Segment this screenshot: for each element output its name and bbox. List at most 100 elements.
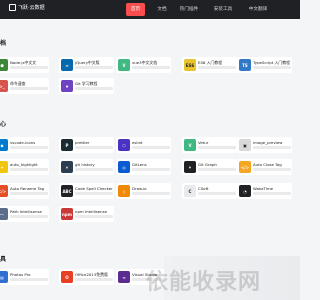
resource-card-title: npm Intellisense <box>75 209 108 214</box>
resource-card[interactable]: O Office2013免费版 <box>59 269 114 285</box>
nav-tab-install-tools[interactable]: 安装工具 <box>210 3 236 16</box>
es6-icon: ES6 <box>184 59 196 71</box>
resource-card-description <box>75 66 113 69</box>
path-icon: ⋯ <box>0 208 8 220</box>
resource-card-description <box>198 66 236 69</box>
resource-card-title: eslint <box>132 140 143 145</box>
resource-card-title: Auto Rename Tag <box>10 186 45 191</box>
resource-card-description <box>10 87 48 90</box>
resource-card-description <box>198 168 236 171</box>
resource-card-description <box>75 146 113 149</box>
resource-card-description <box>10 168 48 171</box>
resource-card[interactable]: ≈ jQuery中文版 <box>59 57 114 73</box>
resource-card[interactable]: ⬢ Node.js中文文 <box>0 57 49 73</box>
resource-card[interactable]: ◇ Draw.io <box>116 183 171 199</box>
watermark-text: 依能收录网 <box>146 270 262 295</box>
nav-tab-home[interactable]: 首页 <box>126 3 145 16</box>
resource-card[interactable]: ⬡ eslint <box>116 137 171 153</box>
resource-card[interactable]: Pprettier <box>59 137 114 153</box>
npm-icon: npm <box>61 208 73 220</box>
section-title-tools: 具 <box>0 256 7 263</box>
nav-tab-translate[interactable]: 中文翻译 <box>245 3 271 16</box>
git-history-icon: ⑂ <box>61 161 73 173</box>
resource-card-description <box>253 66 291 69</box>
resource-card-description <box>10 66 48 69</box>
resource-card-title: image_preview <box>253 140 283 145</box>
nav-tab-docs[interactable]: 文档 <box>155 3 169 16</box>
resource-card-description <box>198 146 236 149</box>
resource-card[interactable]: ✦ auto_highlight <box>0 159 49 175</box>
resource-card-description <box>75 278 113 281</box>
resource-card[interactable]: >_ 命令速查 <box>0 78 49 94</box>
resource-card[interactable]: ◎ GitLens <box>116 159 171 175</box>
resource-card-description <box>75 168 113 171</box>
resource-card[interactable]: ABC Code Spell Checker <box>59 183 114 199</box>
typescript-icon: TS <box>239 59 251 71</box>
git-icon: ♦ <box>61 80 73 92</box>
csoft-icon: C <box>184 185 196 197</box>
resource-card-description <box>198 192 236 195</box>
section-title-docs: 档 <box>0 40 7 47</box>
resource-card-description <box>132 192 170 195</box>
resource-card[interactable]: V Vetur <box>182 137 237 153</box>
resource-card-title: Auto Close Tag <box>253 162 282 167</box>
prettier-icon: P <box>61 139 73 151</box>
nav-tab-plugins[interactable]: 热门插件 <box>176 3 202 16</box>
command-icon: >_ <box>0 80 8 92</box>
resource-card-title: Vetur <box>198 140 209 145</box>
resource-card[interactable]: </> Auto Close Tag <box>237 159 292 175</box>
resource-card-description <box>75 215 113 218</box>
resource-card[interactable]: ⑂ git history <box>59 159 114 175</box>
resource-card-description <box>253 168 291 171</box>
resource-card[interactable]: ♦ Git 学习教程 <box>59 78 114 94</box>
spell-checker-icon: ABC <box>61 185 73 197</box>
resource-card-title: Path Intellisense <box>10 209 42 214</box>
resource-card[interactable]: C CSoft <box>182 183 237 199</box>
resource-card[interactable]: ▤ Photos Pro <box>0 269 49 285</box>
resource-card[interactable]: ▣ image_preview <box>237 137 292 153</box>
resource-card[interactable]: ⑃ Git Graph <box>182 159 237 175</box>
highlight-icon: ✦ <box>0 161 8 173</box>
wakatime-icon: ◔ <box>239 185 251 197</box>
image-preview-icon: ▣ <box>239 139 251 151</box>
resource-card-title: git history <box>75 162 95 167</box>
resource-card-title: Draw.io <box>132 186 147 191</box>
resource-card-title: auto_highlight <box>10 162 38 167</box>
drawio-icon: ◇ <box>118 185 130 197</box>
vue-icon: V <box>118 59 130 71</box>
resource-card-description <box>132 66 170 69</box>
resource-card[interactable]: Vvue3中文文档 <box>116 57 171 73</box>
resource-card[interactable]: </>Auto Rename Tag <box>0 183 49 199</box>
site-brand[interactable]: 飞跃·云数据 <box>9 4 45 11</box>
jquery-icon: ≈ <box>61 59 73 71</box>
resource-card[interactable]: ◔ WakaTime <box>237 183 292 199</box>
photos-icon: ▤ <box>0 271 8 283</box>
resource-card-title: Git Graph <box>198 162 217 167</box>
auto-close-tag-icon: </> <box>239 161 251 173</box>
visual-studio-icon: ∞ <box>118 271 130 283</box>
resource-card[interactable]: TS TypeScript 入门教程 <box>237 57 292 73</box>
resource-card[interactable]: ◆ vscode-icons <box>0 137 49 153</box>
resource-card-title: prettier <box>75 140 90 145</box>
logo-icon <box>9 4 16 11</box>
resource-card-description <box>75 87 113 90</box>
node-icon: ⬢ <box>0 59 8 71</box>
gitlens-icon: ◎ <box>118 161 130 173</box>
resource-card[interactable]: ⋯ Path Intellisense <box>0 206 49 222</box>
vetur-icon: V <box>184 139 196 151</box>
resource-card-description <box>132 146 170 149</box>
section-title-plugins: 心 <box>0 121 7 128</box>
resource-card-description <box>10 278 48 281</box>
resource-card-description <box>132 168 170 171</box>
resource-card-title: GitLens <box>132 162 147 167</box>
resource-card-description <box>253 192 291 195</box>
resource-card[interactable]: ES6 ES6 入门教程 <box>182 57 237 73</box>
resource-card-title: Photos Pro <box>10 272 31 277</box>
git-graph-icon: ⑃ <box>184 161 196 173</box>
resource-card-description <box>75 192 113 195</box>
resource-card-title: vscode-icons <box>10 140 36 145</box>
resource-card-description <box>253 146 291 149</box>
top-navbar: 飞跃·云数据 首页 文档 热门插件 安装工具 中文翻译 <box>0 0 300 19</box>
resource-card[interactable]: npm npm Intellisense <box>59 206 114 222</box>
site-brand-label: 飞跃·云数据 <box>18 5 45 11</box>
